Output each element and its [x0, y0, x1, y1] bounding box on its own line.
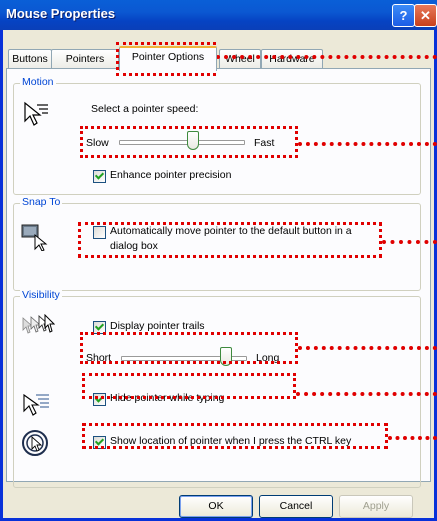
highlight-line-snap	[382, 240, 437, 244]
cancel-button[interactable]: Cancel	[259, 495, 333, 518]
tab-hardware[interactable]: Hardware	[261, 49, 323, 69]
tab-buttons[interactable]: Buttons	[8, 49, 52, 69]
mouse-pointer-speed-icon	[24, 101, 48, 126]
highlight-line-trail	[298, 346, 437, 350]
pointer-speed-label: Select a pointer speed:	[91, 103, 199, 115]
tab-wheel[interactable]: Wheel	[219, 49, 261, 69]
mouse-properties-window: Mouse Properties ? ✕ Buttons Pointers Po…	[0, 0, 437, 521]
display-trails-label[interactable]: Display pointer trails	[110, 320, 205, 332]
window-title: Mouse Properties	[6, 6, 116, 21]
title-bar[interactable]: Mouse Properties ? ✕	[0, 0, 437, 30]
enhance-precision-checkbox[interactable]	[93, 170, 106, 183]
help-icon[interactable]: ?	[392, 4, 415, 27]
highlight-line-tab	[216, 55, 437, 59]
apply-button[interactable]: Apply	[339, 495, 413, 518]
highlight-snap-to	[78, 222, 382, 258]
highlight-line-hide	[296, 392, 437, 396]
highlight-trail-slider	[80, 332, 298, 364]
ok-button[interactable]: OK	[179, 495, 253, 518]
snap-to-icon	[21, 224, 48, 251]
hide-pointer-icon	[23, 393, 49, 416]
motion-group-label: Motion	[20, 76, 56, 88]
visibility-group-label: Visibility	[20, 289, 62, 301]
tab-pointer-options[interactable]: Pointer Options	[119, 46, 217, 71]
highlight-line-speed	[298, 142, 437, 146]
close-glyph: ✕	[420, 8, 431, 23]
highlight-line-ctrl	[388, 436, 437, 440]
enhance-precision-label[interactable]: Enhance pointer precision	[110, 169, 231, 181]
highlight-hide-pointer	[82, 373, 296, 399]
snap-to-group-label: Snap To	[20, 196, 63, 208]
pointer-trails-icon	[22, 314, 55, 334]
help-glyph: ?	[399, 8, 408, 23]
highlight-ctrl	[82, 423, 388, 449]
highlight-speed-slider	[80, 126, 298, 158]
tab-pointers[interactable]: Pointers	[51, 49, 119, 69]
ctrl-locate-icon	[22, 430, 48, 456]
close-icon[interactable]: ✕	[414, 4, 437, 27]
